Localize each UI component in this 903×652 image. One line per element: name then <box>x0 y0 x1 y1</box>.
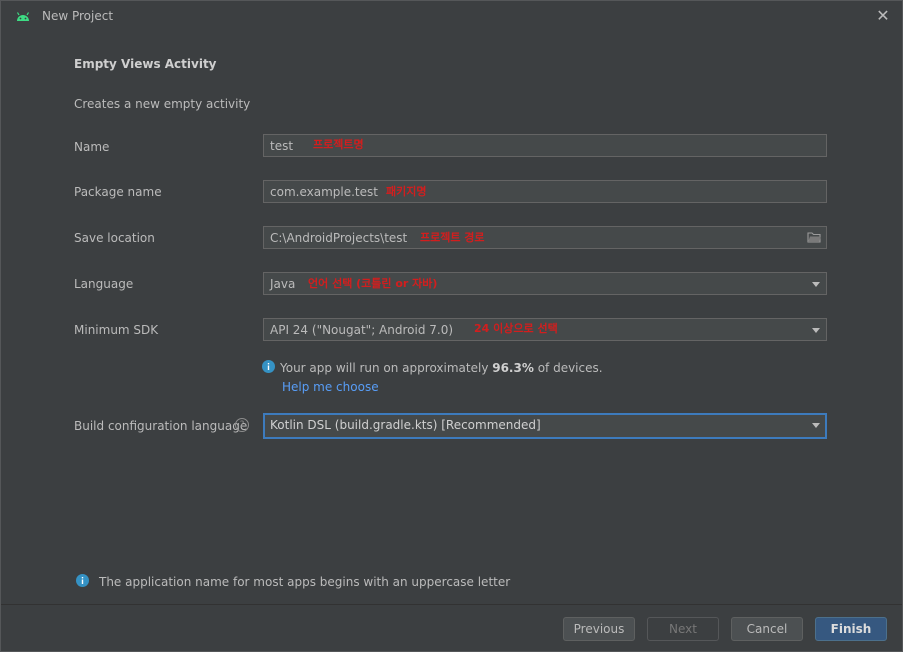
chevron-down-icon <box>812 328 820 333</box>
sdk-coverage-percent: 96.3% <box>492 361 534 375</box>
page-subtitle: Creates a new empty activity <box>74 97 251 111</box>
next-button[interactable]: Next <box>647 617 719 641</box>
package-field[interactable]: com.example.test <box>263 180 827 203</box>
language-value: Java <box>270 277 296 291</box>
save-location-field[interactable]: C:\AndroidProjects\test <box>263 226 827 249</box>
chevron-down-icon <box>812 423 820 428</box>
dialog-footer: Previous Next Cancel Finish <box>1 605 902 651</box>
build-config-label: Build configuration language <box>74 419 248 433</box>
help-me-choose-link[interactable]: Help me choose <box>282 380 379 394</box>
new-project-dialog: New Project ✕ Empty Views Activity Creat… <box>0 0 903 652</box>
info-icon <box>76 574 89 587</box>
min-sdk-annotation: 24 이상으로 선택 <box>474 322 558 335</box>
package-annotation: 패키지명 <box>386 185 427 198</box>
chevron-down-icon <box>812 282 820 287</box>
package-label: Package name <box>74 185 162 199</box>
page-title: Empty Views Activity <box>74 57 217 71</box>
android-icon <box>16 12 30 21</box>
previous-button[interactable]: Previous <box>563 617 635 641</box>
save-location-label: Save location <box>74 231 155 245</box>
package-value: com.example.test <box>270 185 378 199</box>
save-location-annotation: 프로젝트 경로 <box>420 231 485 244</box>
min-sdk-label: Minimum SDK <box>74 323 159 337</box>
cancel-button[interactable]: Cancel <box>731 617 803 641</box>
name-label: Name <box>74 140 110 154</box>
form-content: Empty Views Activity Creates a new empty… <box>1 32 902 605</box>
window-title: New Project <box>42 9 114 23</box>
language-label: Language <box>74 277 134 291</box>
language-annotation: 언어 선택 (코틀린 or 자바) <box>308 277 438 290</box>
close-icon[interactable]: ✕ <box>874 7 892 25</box>
sdk-coverage-info: Your app will run on approximately 96.3%… <box>280 361 603 375</box>
build-config-select[interactable]: Kotlin DSL (build.gradle.kts) [Recommend… <box>263 413 827 439</box>
finish-button[interactable]: Finish <box>815 617 887 641</box>
folder-icon[interactable] <box>807 231 821 243</box>
build-config-value: Kotlin DSL (build.gradle.kts) [Recommend… <box>270 418 541 432</box>
help-icon[interactable]: ? <box>235 418 249 432</box>
info-icon <box>262 360 275 373</box>
name-annotation: 프로젝트명 <box>313 138 364 151</box>
name-value: test <box>270 139 294 153</box>
save-location-value: C:\AndroidProjects\test <box>270 231 408 245</box>
app-name-hint: The application name for most apps begin… <box>99 575 511 589</box>
min-sdk-value: API 24 ("Nougat"; Android 7.0) <box>270 323 454 337</box>
title-bar: New Project ✕ <box>1 1 902 32</box>
